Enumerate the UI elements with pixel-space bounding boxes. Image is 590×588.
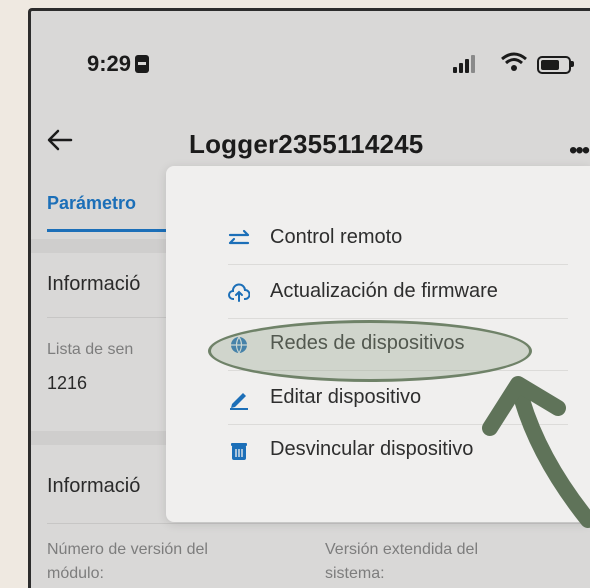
- menu-divider: [228, 264, 568, 265]
- system-version-label: Versión extendida del: [325, 541, 478, 558]
- tab-parametro[interactable]: Parámetro: [47, 193, 136, 214]
- status-time-text: 9:29: [87, 51, 132, 76]
- sensor-list-value: 1216: [47, 373, 88, 393]
- wifi-icon: [501, 52, 527, 71]
- status-bar: 9:29: [31, 11, 590, 91]
- section-title-info-2: Informació: [47, 475, 141, 497]
- menu-item-control-remoto[interactable]: Control remoto: [228, 218, 568, 258]
- battery-icon: [537, 56, 571, 74]
- battery-cap: [571, 61, 574, 67]
- menu-divider: [228, 318, 568, 319]
- cellular-signal-icon: [453, 55, 477, 78]
- pencil-icon: [230, 393, 248, 410]
- status-time: 9:29: [87, 51, 150, 77]
- module-version-label: Número de versión del: [47, 541, 208, 558]
- id-badge-icon: [135, 55, 150, 73]
- menu-item-label: Desvincular dispositivo: [270, 438, 474, 460]
- sensor-list-label: Lista de sen: [47, 341, 134, 358]
- menu-item-firmware-update[interactable]: Actualización de firmware: [228, 272, 568, 312]
- trash-icon: [231, 443, 247, 460]
- active-tab-indicator: [47, 229, 167, 232]
- menu-item-label: Actualización de firmware: [270, 280, 498, 302]
- more-options-icon[interactable]: •••: [569, 137, 590, 165]
- annotation-arrow-icon: [482, 376, 590, 528]
- module-version-label-line2: módulo:: [47, 565, 104, 582]
- back-arrow-icon[interactable]: [45, 127, 75, 153]
- cloud-upload-icon: [228, 283, 250, 302]
- section-title-info: Informació: [47, 273, 141, 295]
- app-bar: Logger2355114245 •••: [31, 119, 590, 167]
- menu-item-label: Control remoto: [270, 226, 403, 248]
- remote-control-icon: [228, 229, 250, 245]
- page-title: Logger2355114245: [189, 129, 424, 159]
- system-version-label-line2: sistema:: [325, 565, 385, 582]
- menu-item-label: Editar dispositivo: [270, 386, 422, 408]
